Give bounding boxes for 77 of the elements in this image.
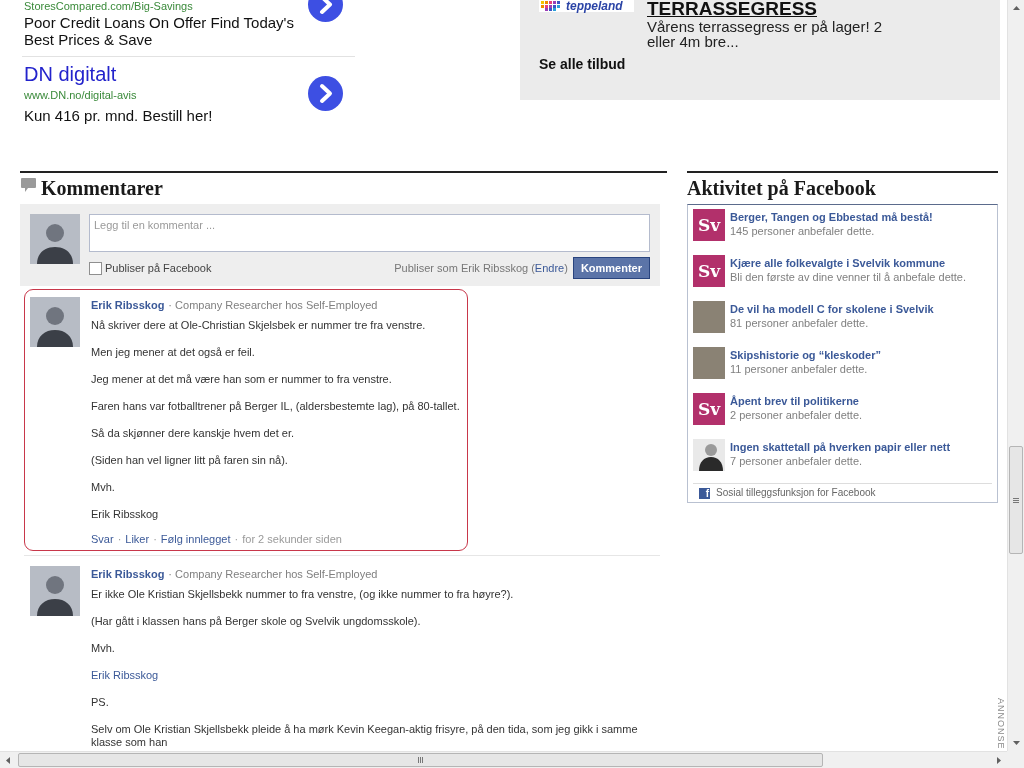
- activity-title[interactable]: Ingen skattetall på hverken papir eller nett: [730, 440, 951, 454]
- ad-url[interactable]: StoresCompared.com/Big-Savings: [24, 0, 193, 13]
- logo-text: teppeland: [566, 0, 623, 12]
- avatar-icon: [30, 566, 80, 616]
- comment-text: Selv om Ole Kristian Skjellsbekk pleide å ha mørk Kevin Keegan-aktig frisyre, på den tida, som jeg gikk i samme klasse som han: [91, 723, 639, 749]
- activity-title[interactable]: De vil ha modell C for skolene i Svelvik: [730, 302, 934, 316]
- ad-text: Kun 416 pr. mnd. Bestill her!: [24, 107, 214, 124]
- promo-title[interactable]: TERRASSEGRESS: [647, 0, 817, 17]
- horizontal-scrollbar[interactable]: [0, 751, 1007, 768]
- comment-text: Nå skriver dere at Ole-Christian Skjelsbek er nummer tre fra venstre.: [91, 319, 427, 332]
- comment-text: Men jeg mener at det også er feil.: [91, 346, 256, 359]
- plugin-credit[interactable]: Sosial tilleggsfunksjon for Facebook: [716, 486, 876, 500]
- activity-subtitle: 2 personer anbefaler dette.: [730, 408, 863, 422]
- ad-title[interactable]: DN digitalt: [24, 63, 117, 85]
- comment-text: Jeg mener at det må være han som er nummer to fra venstre.: [91, 373, 393, 386]
- logo-tile[interactable]: Sv: [693, 255, 725, 287]
- author-headline: · Company Researcher hos Self-Employed: [168, 568, 378, 581]
- signature-link[interactable]: Erik Ribsskog: [91, 669, 159, 682]
- comment-text: (Siden han vel ligner litt på faren sin nå).: [91, 454, 289, 467]
- logo-tile[interactable]: Sv: [693, 393, 725, 425]
- activity-title[interactable]: Berger, Tangen og Ebbestad må bestå!: [730, 210, 933, 224]
- scroll-down-arrow-icon[interactable]: [1012, 741, 1020, 745]
- scroll-right-arrow-icon[interactable]: [997, 756, 1001, 764]
- comment-text: Så da skjønner dere kanskje hvem det er.: [91, 427, 295, 440]
- action-link[interactable]: Liker: [125, 533, 150, 546]
- activity-subtitle: 81 personer anbefaler dette.: [730, 316, 869, 330]
- vertical-scrollbar[interactable]: [1007, 0, 1024, 751]
- scroll-left-arrow-icon[interactable]: [6, 756, 10, 764]
- ad-url[interactable]: www.DN.no/digital-avis: [24, 89, 137, 102]
- comment-text: Mvh.: [91, 642, 116, 655]
- scrollbar-thumb[interactable]: [18, 753, 823, 767]
- author-headline: · Company Researcher hos Self-Employed: [168, 299, 378, 312]
- avatar-icon: [30, 214, 80, 264]
- avatar-icon: [30, 297, 80, 347]
- publish-as-text: Publiser som Erik Ribsskog (Endre): [394, 261, 568, 275]
- author-name[interactable]: Erik Ribsskog: [91, 568, 165, 581]
- scroll-up-arrow-icon[interactable]: [1012, 6, 1020, 10]
- activity-subtitle: 11 personer anbefaler dette.: [730, 362, 868, 376]
- scrollbar-thumb[interactable]: [1009, 446, 1023, 554]
- share-label[interactable]: Publiser på Facebook: [105, 261, 212, 275]
- activity-subtitle: Bli den første av dine venner til å anbefale dette.: [730, 270, 967, 284]
- speech-bubble-icon: [21, 178, 36, 192]
- comment-text: (Har gått i klassen hans på Berger skole og Svelvik ungdomsskole).: [91, 615, 422, 628]
- separator-dot: ·: [153, 533, 157, 546]
- promo-text: Vårens terrassegress er på lager! 2 eller 4m bre...: [647, 19, 884, 49]
- person-silhouette-icon[interactable]: [693, 439, 725, 471]
- chevron-circle-icon[interactable]: [308, 76, 343, 111]
- separator-dot: ·: [234, 533, 239, 546]
- share-checkbox[interactable]: [89, 261, 102, 275]
- see-all-offers-link[interactable]: Se alle tilbud: [539, 57, 626, 72]
- logo-icon[interactable]: f: [699, 487, 710, 499]
- author-name[interactable]: Erik Ribsskog: [91, 299, 165, 312]
- activity-title[interactable]: Kjære alle folkevalgte i Svelvik kommune: [730, 256, 946, 270]
- action-link[interactable]: Følg innlegget: [160, 533, 231, 546]
- brand-logo[interactable]: teppeland: [539, 0, 634, 12]
- logo-tile[interactable]: Sv: [693, 209, 725, 241]
- activity-subtitle: 145 personer anbefaler dette.: [730, 224, 875, 238]
- ad-text: Poor Credit Loans On Offer Find Today's Best Prices & Save: [24, 14, 295, 48]
- comment-text: PS.: [91, 696, 110, 709]
- separator-dot: ·: [117, 533, 122, 546]
- activity-title[interactable]: Åpent brev til politikerne: [730, 394, 859, 408]
- activity-title[interactable]: Skipshistorie og “kleskoder”: [730, 348, 881, 362]
- comment-text: Erik Ribsskog: [91, 508, 160, 521]
- grip-icon: [1013, 497, 1019, 503]
- action-link[interactable]: Svar: [91, 533, 114, 546]
- timestamp: for 2 sekunder siden: [242, 533, 342, 546]
- comment-text: Er ikke Ole Kristian Skjellsbekk nummer to fra venstre, (og ikke nummer to fra høyre?).: [91, 588, 515, 601]
- activity-subtitle: 7 personer anbefaler dette.: [730, 454, 863, 468]
- comment-text: Mvh.: [91, 481, 116, 494]
- logo-dots-icon: [541, 1, 563, 11]
- submit-button[interactable]: Kommenter: [572, 257, 650, 279]
- section-title: Kommentarer: [41, 176, 163, 200]
- comment-input[interactable]: Legg til en kommentar ...: [89, 214, 650, 252]
- grip-icon: [418, 757, 423, 763]
- comment-text: Faren hans var fotballtrener på Berger IL, (aldersbestemte lag), på 80-tallet.: [91, 400, 461, 413]
- sidebar-title: Aktivitet på Facebook: [687, 176, 876, 200]
- ad-label: ANNONSE: [996, 698, 1006, 750]
